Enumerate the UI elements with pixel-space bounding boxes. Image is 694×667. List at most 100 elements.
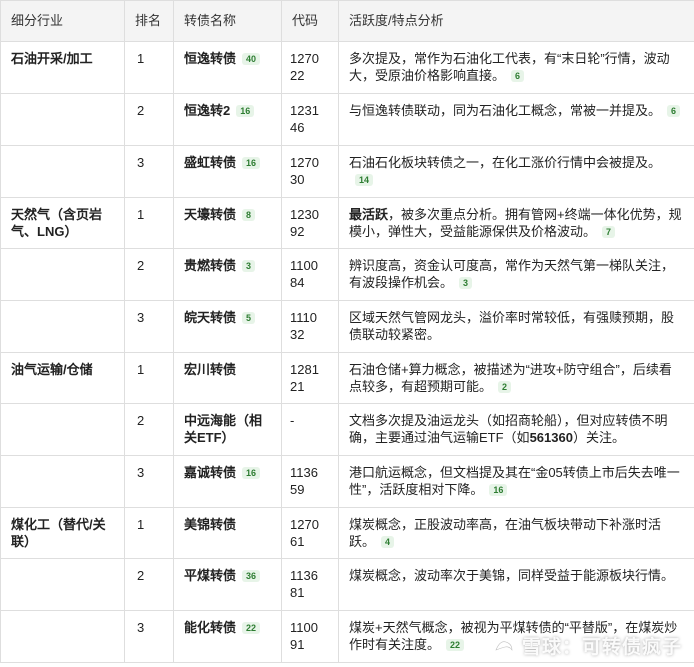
cell-code: -: [281, 403, 339, 456]
cell-code: 123092: [281, 197, 339, 249]
cell-rank: 2: [124, 93, 174, 146]
header-code: 代码: [281, 0, 339, 42]
mention-count-badge[interactable]: 40: [242, 53, 261, 65]
analysis-text: 与恒逸转债联动，同为石油化工概念，常被一并提及。: [349, 103, 662, 118]
table-row: 2 平煤转债 36 113681 煤炭概念，波动率次于美锦，同样受益于能源板块行情。: [0, 558, 694, 611]
cell-industry: [0, 455, 125, 508]
cell-bond-name: 贵燃转债 3: [173, 248, 282, 301]
reference-count-badge[interactable]: 6: [667, 105, 681, 117]
cell-industry: [0, 403, 125, 456]
reference-count-badge[interactable]: 6: [511, 70, 525, 82]
mention-count-badge[interactable]: 16: [236, 105, 255, 117]
header-bond-name: 转债名称: [173, 0, 282, 42]
table-row: 3 皖天转债 5 111032 区域天然气管网龙头，溢价率时常较低，有强赎预期，股债联动…: [0, 300, 694, 353]
cell-rank: 3: [124, 300, 174, 353]
cell-rank: 3: [124, 610, 174, 663]
cell-rank: 3: [124, 455, 174, 508]
cell-bond-name: 能化转债 22: [173, 610, 282, 663]
bond-name: 贵燃转债: [184, 258, 237, 273]
cell-industry: [0, 300, 125, 353]
mention-count-badge[interactable]: 36: [242, 570, 261, 582]
cell-industry: [0, 248, 125, 301]
bond-name: 宏川转债: [184, 362, 237, 377]
analysis-tail-text: ）关注。: [572, 430, 625, 445]
snowball-logo-icon: [495, 641, 513, 654]
cell-analysis: 煤炭概念，正股波动率高，在油气板块带动下补涨时活跃。 4: [338, 507, 694, 559]
convertible-bond-table: 细分行业 排名 转债名称 代码 活跃度/特点分析 石油开采/加工 1 恒逸转债 40 1…: [0, 0, 694, 663]
cell-code: 113681: [281, 558, 339, 611]
reference-count-badge[interactable]: 7: [602, 226, 616, 238]
cell-analysis: 煤炭概念，波动率次于美锦，同样受益于能源板块行情。: [338, 558, 694, 611]
table-row: 2 中远海能（相关ETF） - 文档多次提及油运龙头（如招商轮船），但对应转债不明确，…: [0, 403, 694, 456]
reference-count-badge[interactable]: 16: [489, 484, 508, 496]
cell-industry: [0, 558, 125, 611]
cell-bond-name: 中远海能（相关ETF）: [173, 403, 282, 456]
cell-bond-name: 宏川转债: [173, 352, 282, 404]
etf-code-highlight: 561360: [529, 430, 573, 445]
cell-bond-name: 美锦转债: [173, 507, 282, 559]
cell-analysis: 区域天然气管网龙头，溢价率时常较低，有强赎预期，股债联动较紧密。: [338, 300, 694, 353]
mention-count-badge[interactable]: 16: [242, 157, 261, 169]
analysis-text: 多次提及，常作为石油化工代表，有“末日轮”行情，波动大，受原油价格影响直接。: [349, 51, 670, 83]
analysis-text: 辨识度高，资金认可度高，常作为天然气第一梯队关注，有波段操作机会。: [349, 258, 675, 290]
cell-analysis: 石油石化板块转债之一，在化工涨价行情中会被提及。 14: [338, 145, 694, 198]
cell-bond-name: 平煤转债 36: [173, 558, 282, 611]
header-analysis: 活跃度/特点分析: [338, 0, 694, 42]
mention-count-badge[interactable]: 22: [242, 622, 261, 634]
analysis-highlight: 最活跃: [349, 207, 389, 222]
cell-code: 127022: [281, 41, 339, 94]
analysis-text: 石油石化板块转债之一，在化工涨价行情中会被提及。: [349, 155, 662, 170]
bond-name: 恒逸转2: [184, 103, 231, 118]
cell-rank: 2: [124, 248, 174, 301]
bond-name: 中远海能（相关ETF）: [184, 413, 263, 445]
cell-bond-name: 天壕转债 8: [173, 197, 282, 249]
cell-industry: 石油开采/加工: [0, 41, 125, 94]
header-industry: 细分行业: [0, 0, 125, 42]
bond-name: 能化转债: [184, 620, 237, 635]
table-row: 天然气（含页岩气、LNG） 1 天壕转债 8 123092 最活跃，被多次重点分析。拥有管…: [0, 197, 694, 249]
cell-rank: 1: [124, 507, 174, 559]
analysis-text: 煤炭概念，波动率次于美锦，同样受益于能源板块行情。: [349, 568, 675, 583]
header-rank: 排名: [124, 0, 174, 42]
bond-name: 天壕转债: [184, 207, 237, 222]
reference-count-badge[interactable]: 4: [381, 536, 395, 548]
cell-analysis: 与恒逸转债联动，同为石油化工概念，常被一并提及。 6: [338, 93, 694, 146]
watermark: 雪球：可转债疯子: [492, 632, 682, 659]
cell-analysis: 文档多次提及油运龙头（如招商轮船），但对应转债不明确，主要通过油气运输ETF（如…: [338, 403, 694, 456]
cell-industry: [0, 145, 125, 198]
cell-bond-name: 皖天转债 5: [173, 300, 282, 353]
table-row: 油气运输/仓储 1 宏川转债 128121 石油仓储+算力概念，被描述为“进攻+防守组合…: [0, 352, 694, 404]
cell-bond-name: 恒逸转债 40: [173, 41, 282, 94]
mention-count-badge[interactable]: 8: [242, 209, 256, 221]
cell-bond-name: 嘉诚转债 16: [173, 455, 282, 508]
reference-count-badge[interactable]: 22: [446, 639, 465, 651]
cell-bond-name: 盛虹转债 16: [173, 145, 282, 198]
cell-rank: 1: [124, 197, 174, 249]
cell-industry: [0, 610, 125, 663]
cell-rank: 1: [124, 352, 174, 404]
reference-count-badge[interactable]: 3: [459, 277, 473, 289]
cell-code: 127030: [281, 145, 339, 198]
cell-analysis: 石油仓储+算力概念，被描述为“进攻+防守组合”，后续看点较多，有超预期可能。 2: [338, 352, 694, 404]
mention-count-badge[interactable]: 5: [242, 312, 256, 324]
cell-analysis: 最活跃，被多次重点分析。拥有管网+终端一体化优势，规模小，弹性大，受益能源保供及…: [338, 197, 694, 249]
cell-industry: 煤化工（替代/关联）: [0, 507, 125, 559]
cell-rank: 1: [124, 41, 174, 94]
reference-count-badge[interactable]: 2: [498, 381, 512, 393]
table-row: 2 恒逸转2 16 123146 与恒逸转债联动，同为石油化工概念，常被一并提及。 6: [0, 93, 694, 146]
analysis-text: ，被多次重点分析。拥有管网+终端一体化优势，规模小，弹性大，受益能源保供及价格波…: [349, 207, 682, 239]
cell-rank: 2: [124, 558, 174, 611]
cell-code: 110084: [281, 248, 339, 301]
cell-code: 110091: [281, 610, 339, 663]
bond-name: 恒逸转债: [184, 51, 237, 66]
mention-count-badge[interactable]: 3: [242, 260, 256, 272]
bond-name: 皖天转债: [184, 310, 237, 325]
cell-code: 113659: [281, 455, 339, 508]
cell-bond-name: 恒逸转2 16: [173, 93, 282, 146]
bond-name: 嘉诚转债: [184, 465, 237, 480]
cell-rank: 2: [124, 403, 174, 456]
table-row: 3 盛虹转债 16 127030 石油石化板块转债之一，在化工涨价行情中会被提及。 14: [0, 145, 694, 198]
mention-count-badge[interactable]: 16: [242, 467, 261, 479]
table-header-row: 细分行业 排名 转债名称 代码 活跃度/特点分析: [0, 0, 694, 42]
reference-count-badge[interactable]: 14: [355, 174, 374, 186]
